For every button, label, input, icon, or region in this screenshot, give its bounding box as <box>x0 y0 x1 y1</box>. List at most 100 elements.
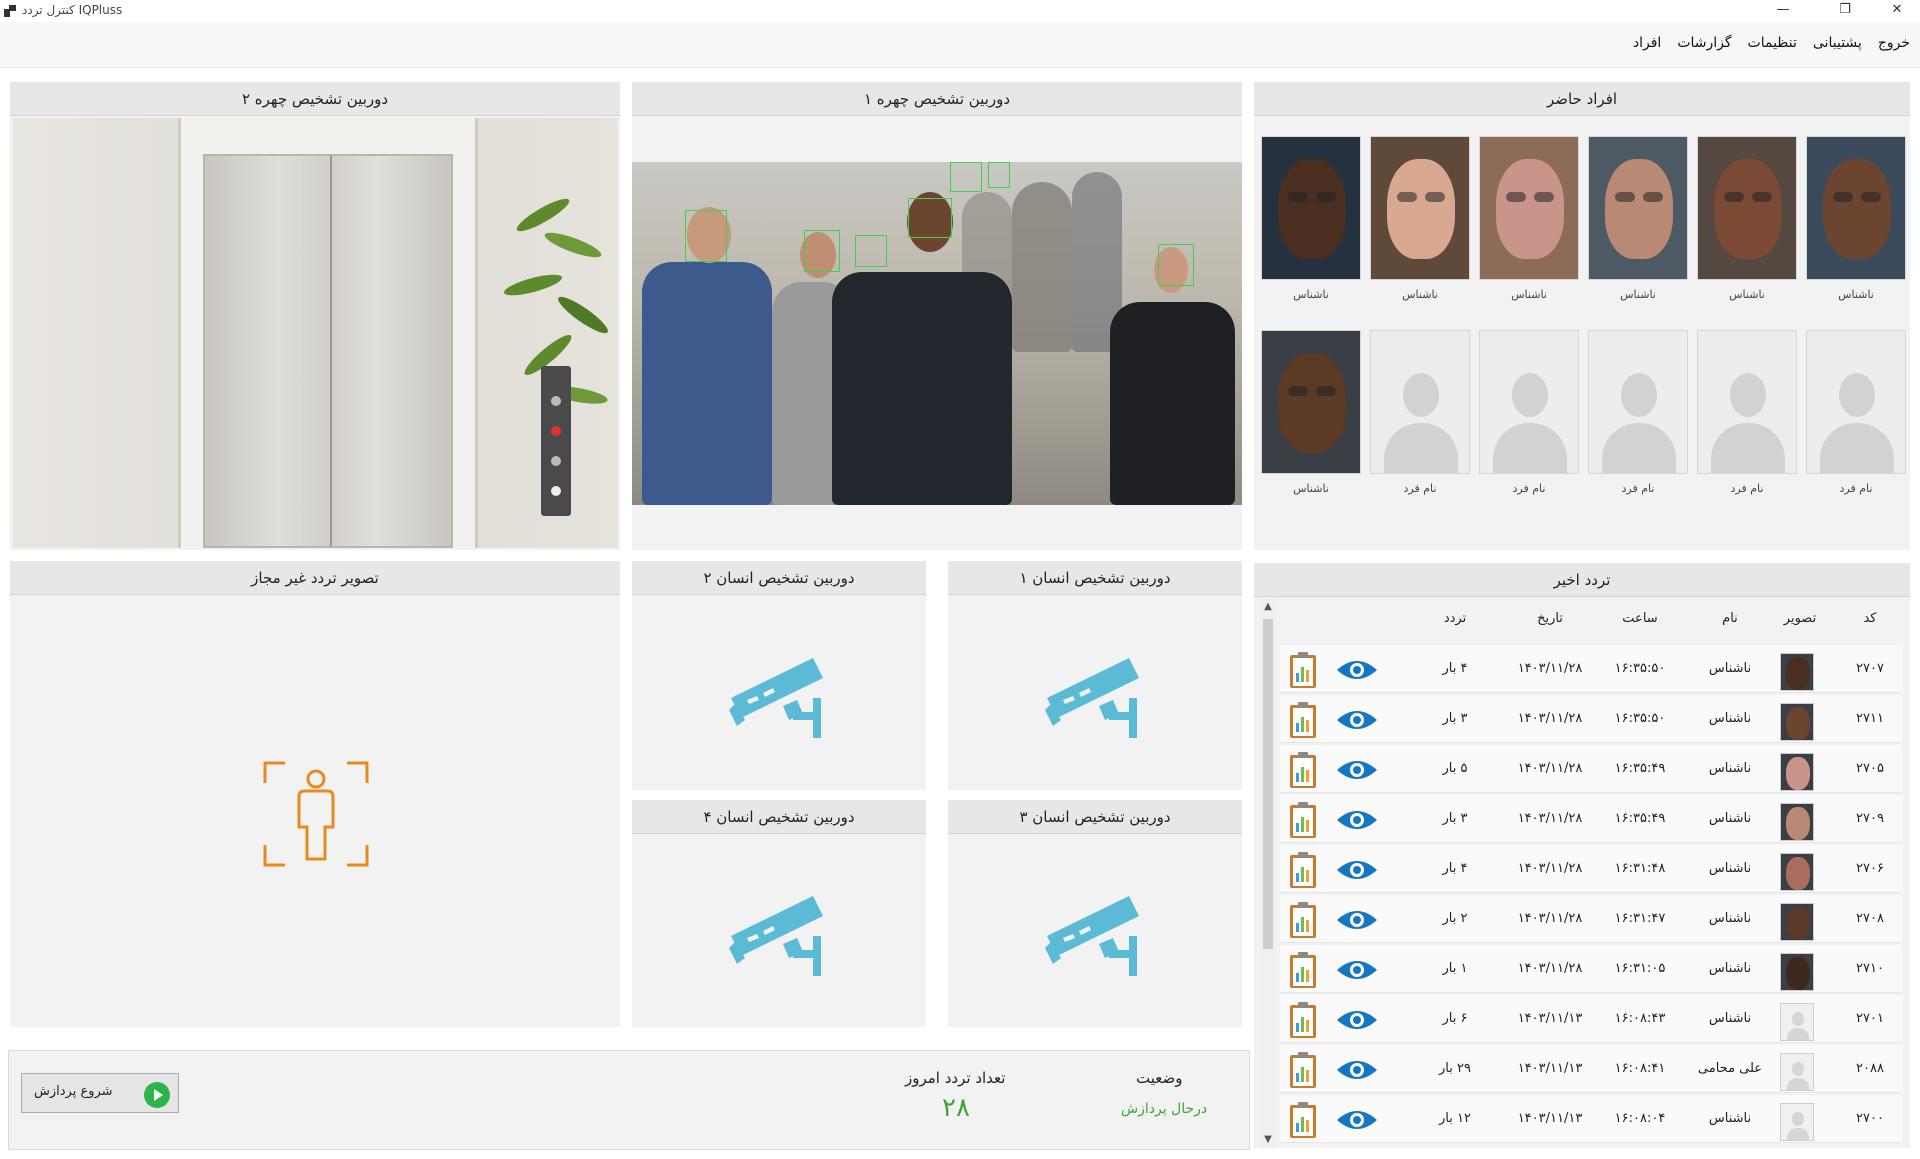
today-count-label: تعداد تردد امروز <box>905 1069 1006 1087</box>
report-icon[interactable] <box>1288 1101 1318 1139</box>
menu-item-settings[interactable]: تنظیمات <box>1748 35 1797 51</box>
report-icon[interactable] <box>1288 751 1318 789</box>
menu-item-exit[interactable]: خروج <box>1878 35 1910 51</box>
person-card[interactable]: نام فرد <box>1806 330 1906 495</box>
view-eye-icon[interactable] <box>1335 658 1379 682</box>
view-eye-icon[interactable] <box>1335 858 1379 882</box>
panel-title: دوربین تشخیص چهره ۲ <box>10 82 620 116</box>
report-icon[interactable] <box>1288 901 1318 939</box>
view-eye-icon[interactable] <box>1335 1058 1379 1082</box>
person-card[interactable]: ناشناس <box>1588 136 1688 301</box>
view-eye-icon[interactable] <box>1335 1108 1379 1132</box>
person-card[interactable]: ناشناس <box>1479 136 1579 301</box>
close-button[interactable]: ✕ <box>1874 0 1920 22</box>
recent-traffic-panel: تردد اخیر ▲ ▼ تردد تاریخ ساعت نام تصویر … <box>1254 563 1910 1148</box>
table-scrollbar[interactable]: ▲ ▼ <box>1260 599 1276 1148</box>
person-photo <box>1261 136 1361 280</box>
panel-title: تردد اخیر <box>1254 563 1910 597</box>
human-camera-2-panel: دوربین تشخیص انسان ۲ <box>632 561 926 790</box>
row-date: ۱۴۰۳/۱۱/۲۸ <box>1517 711 1583 726</box>
col-time: ساعت <box>1622 611 1658 626</box>
person-card[interactable]: نام فرد <box>1479 330 1579 495</box>
person-card[interactable]: ناشناس <box>1806 136 1906 301</box>
view-eye-icon[interactable] <box>1335 758 1379 782</box>
report-icon[interactable] <box>1288 651 1318 689</box>
report-icon[interactable] <box>1288 951 1318 989</box>
view-eye-icon[interactable] <box>1335 1008 1379 1032</box>
table-row[interactable]: ۳ بار ۱۴۰۳/۱۱/۲۸ ۱۶:۳۵:۴۹ ناشناس ۲۷۰۹ <box>1280 795 1902 843</box>
row-time: ۱۶:۳۵:۴۹ <box>1614 761 1666 776</box>
row-time: ۱۶:۰۸:۴۳ <box>1614 1011 1666 1026</box>
report-icon[interactable] <box>1288 801 1318 839</box>
person-card[interactable]: ناشناس <box>1370 136 1470 301</box>
person-photo <box>1479 136 1579 280</box>
panel-title: افراد حاضر <box>1254 82 1910 116</box>
person-name-label: نام فرد <box>1839 482 1873 495</box>
menu-bar: افراد گزارشات تنظیمات پشتیبانی خروج <box>0 22 1920 68</box>
person-name-label: ناشناس <box>1620 288 1656 301</box>
row-time: ۱۶:۳۵:۵۰ <box>1614 711 1666 726</box>
view-eye-icon[interactable] <box>1335 958 1379 982</box>
title-bar: کنترل تردد IQPluss — ❐ ✕ <box>0 0 1920 22</box>
report-icon[interactable] <box>1288 701 1318 739</box>
row-thumbnail <box>1780 1103 1814 1141</box>
report-icon[interactable] <box>1288 1051 1318 1089</box>
person-card[interactable]: نام فرد <box>1697 330 1797 495</box>
table-row[interactable]: ۴ بار ۱۴۰۳/۱۱/۲۸ ۱۶:۳۱:۴۸ ناشناس ۲۷۰۶ <box>1280 845 1902 893</box>
panel-title: دوربین تشخیص چهره ۱ <box>632 82 1242 116</box>
table-row[interactable]: ۱ بار ۱۴۰۳/۱۱/۲۸ ۱۶:۳۱:۰۵ ناشناس ۲۷۱۰ <box>1280 945 1902 993</box>
row-count: ۳ بار <box>1442 811 1468 826</box>
table-row[interactable]: ۳ بار ۱۴۰۳/۱۱/۲۸ ۱۶:۳۵:۵۰ ناشناس ۲۷۱۱ <box>1280 695 1902 743</box>
row-thumbnail <box>1780 653 1814 691</box>
table-row[interactable]: ۲۹ بار ۱۴۰۳/۱۱/۱۳ ۱۶:۰۸:۴۱ علی محامی ۲۰۸۸ <box>1280 1045 1902 1093</box>
menu-item-reports[interactable]: گزارشات <box>1677 35 1731 51</box>
menu-item-support[interactable]: پشتیبانی <box>1813 35 1862 51</box>
start-processing-button[interactable]: شروع پردازش <box>21 1073 179 1113</box>
row-time: ۱۶:۰۸:۴۱ <box>1614 1061 1666 1076</box>
row-code: ۲۷۰۰ <box>1856 1111 1884 1126</box>
row-code: ۲۷۰۹ <box>1856 811 1884 826</box>
row-time: ۱۶:۳۱:۴۸ <box>1614 861 1666 876</box>
table-row[interactable]: ۱۲ بار ۱۴۰۳/۱۱/۱۳ ۱۶:۰۸:۰۴ ناشناس ۲۷۰۰ <box>1280 1095 1902 1143</box>
person-card[interactable]: نام فرد <box>1588 330 1688 495</box>
col-date: تاریخ <box>1537 611 1563 626</box>
scroll-thumb[interactable] <box>1263 619 1273 949</box>
menu-item-people[interactable]: افراد <box>1633 35 1661 51</box>
table-row[interactable]: ۵ بار ۱۴۰۳/۱۱/۲۸ ۱۶:۳۵:۴۹ ناشناس ۲۷۰۵ <box>1280 745 1902 793</box>
play-icon <box>144 1082 170 1108</box>
row-count: ۲ بار <box>1442 911 1468 926</box>
view-eye-icon[interactable] <box>1335 808 1379 832</box>
present-people-panel: افراد حاضر ناشناس ناشناس ناشناس ناشناس ناشنا… <box>1254 82 1910 550</box>
elevator-button-panel <box>541 366 571 516</box>
minimize-button[interactable]: — <box>1760 0 1806 22</box>
view-eye-icon[interactable] <box>1335 908 1379 932</box>
person-photo <box>1806 136 1906 280</box>
avatar-placeholder <box>1806 330 1906 474</box>
face-detection-box <box>855 235 887 267</box>
cctv-camera-icon <box>1045 895 1139 976</box>
person-card[interactable]: ناشناس <box>1261 330 1361 495</box>
view-eye-icon[interactable] <box>1335 708 1379 732</box>
table-row[interactable]: ۴ بار ۱۴۰۳/۱۱/۲۸ ۱۶:۳۵:۵۰ ناشناس ۲۷۰۷ <box>1280 645 1902 693</box>
person-card[interactable]: ناشناس <box>1261 136 1361 301</box>
report-icon[interactable] <box>1288 851 1318 889</box>
scroll-down-arrow[interactable]: ▼ <box>1260 1132 1276 1148</box>
person-photo <box>1697 136 1797 280</box>
scroll-up-arrow[interactable]: ▲ <box>1260 599 1276 615</box>
table-row[interactable]: ۲ بار ۱۴۰۳/۱۱/۲۸ ۱۶:۳۱:۴۷ ناشناس ۲۷۰۸ <box>1280 895 1902 943</box>
row-count: ۱ بار <box>1442 961 1468 976</box>
row-code: ۲۷۰۵ <box>1856 761 1884 776</box>
table-row[interactable]: ۶ بار ۱۴۰۳/۱۱/۱۳ ۱۶:۰۸:۴۳ ناشناس ۲۷۰۱ <box>1280 995 1902 1043</box>
restore-button[interactable]: ❐ <box>1822 0 1868 22</box>
person-card[interactable]: نام فرد <box>1370 330 1470 495</box>
person-card[interactable]: ناشناس <box>1697 136 1797 301</box>
col-count: تردد <box>1443 611 1467 626</box>
report-icon[interactable] <box>1288 1001 1318 1039</box>
table-header: تردد تاریخ ساعت نام تصویر کد <box>1280 611 1902 641</box>
row-date: ۱۴۰۳/۱۱/۲۸ <box>1517 811 1583 826</box>
person-name-label: ناشناس <box>1293 288 1329 301</box>
row-name: علی محامی <box>1697 1061 1763 1076</box>
row-thumbnail <box>1780 703 1814 741</box>
traffic-table: ▲ ▼ تردد تاریخ ساعت نام تصویر کد ۴ بار ۱۴… <box>1258 599 1906 1148</box>
cctv-camera-icon <box>729 657 823 738</box>
